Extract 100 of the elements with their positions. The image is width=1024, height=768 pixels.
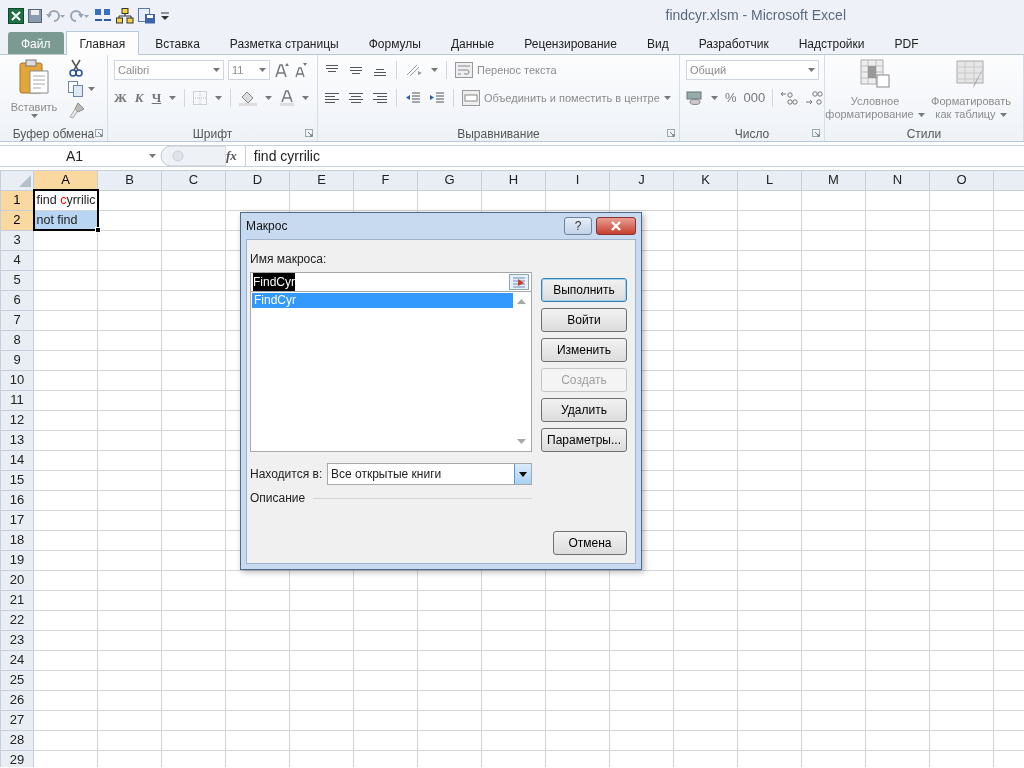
group-title: Число (734, 125, 770, 143)
ribbon-tab[interactable]: Формулы (354, 32, 435, 54)
name-box[interactable]: A1 (0, 145, 149, 167)
row-header[interactable]: 27 (0, 710, 34, 730)
column-header[interactable]: D (225, 170, 290, 190)
splitter-handle-icon[interactable] (160, 145, 226, 167)
ribbon-tab[interactable]: PDF (880, 32, 933, 54)
cancel-button[interactable]: Отмена (553, 531, 627, 555)
column-header[interactable]: H (481, 170, 546, 190)
row-header[interactable]: 20 (0, 570, 34, 590)
column-header[interactable]: O (929, 170, 994, 190)
close-button[interactable] (596, 217, 636, 235)
save-icon[interactable] (28, 8, 42, 23)
caret-icon[interactable] (917, 112, 925, 117)
row-header[interactable]: 3 (0, 230, 34, 250)
column-header[interactable]: L (737, 170, 802, 190)
ribbon-tab[interactable]: Рецензирование (510, 32, 631, 54)
group-title: Стили (906, 125, 942, 143)
row-header[interactable]: 18 (0, 530, 34, 550)
column-header[interactable]: J (609, 170, 674, 190)
column-header[interactable]: M (801, 170, 866, 190)
column-header[interactable]: A (33, 170, 98, 190)
scroll-down-icon[interactable] (517, 439, 526, 444)
column-header[interactable]: B (97, 170, 162, 190)
ribbon-tab[interactable]: Вставка (141, 32, 214, 54)
row-header[interactable]: 13 (0, 430, 34, 450)
spreadsheet-cell[interactable]: find cyrrilic (33, 190, 98, 210)
column-header[interactable]: F (353, 170, 418, 190)
caret-icon[interactable] (808, 68, 815, 72)
row-header[interactable]: 23 (0, 630, 34, 650)
dialog-button[interactable]: Выполнить (541, 278, 627, 302)
column-header[interactable]: C (161, 170, 226, 190)
group-title: Выравнивание (457, 125, 540, 143)
row-header[interactable]: 21 (0, 590, 34, 610)
scroll-up-icon[interactable] (517, 299, 526, 304)
close-icon (610, 221, 622, 231)
group-title: Шрифт (192, 125, 233, 143)
row-header[interactable]: 5 (0, 270, 34, 290)
dialog-title: Макрос (246, 218, 289, 235)
row-header[interactable]: 10 (0, 370, 34, 390)
ribbon-tab[interactable]: Вид (632, 32, 683, 54)
location-dropdown[interactable]: Все открытые книги (327, 463, 532, 485)
row-header[interactable]: 8 (0, 330, 34, 350)
ribbon-tab[interactable]: Данные (436, 32, 509, 54)
ribbon-tab[interactable]: Главная (65, 31, 140, 55)
dialog-button[interactable]: Войти (541, 308, 627, 332)
undo-icon[interactable] (46, 8, 66, 23)
column-header[interactable]: G (417, 170, 482, 190)
customize-caret-icon[interactable] (160, 9, 170, 22)
row-header[interactable]: 9 (0, 350, 34, 370)
ribbon-tab[interactable]: Разработчик (684, 32, 783, 54)
row-header[interactable]: 1 (0, 190, 34, 210)
ribbon-tab[interactable]: Разметка страницы (215, 32, 353, 54)
column-header[interactable]: E (289, 170, 354, 190)
dialog-button[interactable]: Изменить (541, 338, 627, 362)
row-header[interactable]: 11 (0, 390, 34, 410)
column-header[interactable]: K (673, 170, 738, 190)
caret-icon[interactable] (259, 68, 266, 72)
row-header[interactable]: 16 (0, 490, 34, 510)
dropdown-arrow-icon[interactable] (519, 471, 527, 477)
spreadsheet-cell[interactable]: not find (33, 210, 98, 230)
caret-icon[interactable] (213, 68, 220, 72)
row-header[interactable]: 22 (0, 610, 34, 630)
group-title: Буфер обмена (12, 125, 95, 143)
dialog-button[interactable]: Параметры... (541, 428, 627, 452)
row-header[interactable]: 12 (0, 410, 34, 430)
row-header[interactable]: 26 (0, 690, 34, 710)
spreadsheet-logo-icon[interactable] (8, 7, 24, 24)
dialog-button[interactable]: Удалить (541, 398, 627, 422)
row-header[interactable]: 19 (0, 550, 34, 570)
macro-name-field[interactable]: FindCyr (250, 272, 532, 292)
row-header[interactable]: 24 (0, 650, 34, 670)
row-header[interactable]: 2 (0, 210, 34, 230)
hierarchy-icon[interactable] (116, 7, 134, 24)
row-header[interactable]: 17 (0, 510, 34, 530)
conditional-format-icon (859, 59, 891, 89)
section-label: Описание (250, 490, 306, 507)
column-header[interactable]: N (865, 170, 930, 190)
fill-handle[interactable] (94, 227, 101, 233)
insert-function-button[interactable]: fx (226, 146, 237, 166)
clipboard-icon (18, 59, 50, 95)
collapse-dialog-icon[interactable] (509, 274, 529, 290)
row-header[interactable]: 7 (0, 310, 34, 330)
column-header[interactable]: I (545, 170, 610, 190)
row-header[interactable]: 4 (0, 250, 34, 270)
row-header[interactable]: 6 (0, 290, 34, 310)
row-header[interactable]: 14 (0, 450, 34, 470)
field-label: Имя макроса: (250, 251, 328, 268)
field-label: Находится в: (250, 466, 324, 483)
help-button[interactable]: ? (564, 217, 592, 235)
formula-text: find cyrrilic (253, 146, 320, 166)
table-style-icon (955, 59, 987, 89)
row-header[interactable]: 25 (0, 670, 34, 690)
row-header[interactable]: 15 (0, 470, 34, 490)
save-as-icon[interactable] (138, 7, 156, 24)
caret-icon[interactable] (149, 154, 156, 158)
caret-icon[interactable] (999, 112, 1007, 117)
caret-icon[interactable] (30, 114, 38, 118)
row-header[interactable]: 28 (0, 730, 34, 750)
ribbon-tab[interactable]: Надстройки (784, 32, 879, 54)
